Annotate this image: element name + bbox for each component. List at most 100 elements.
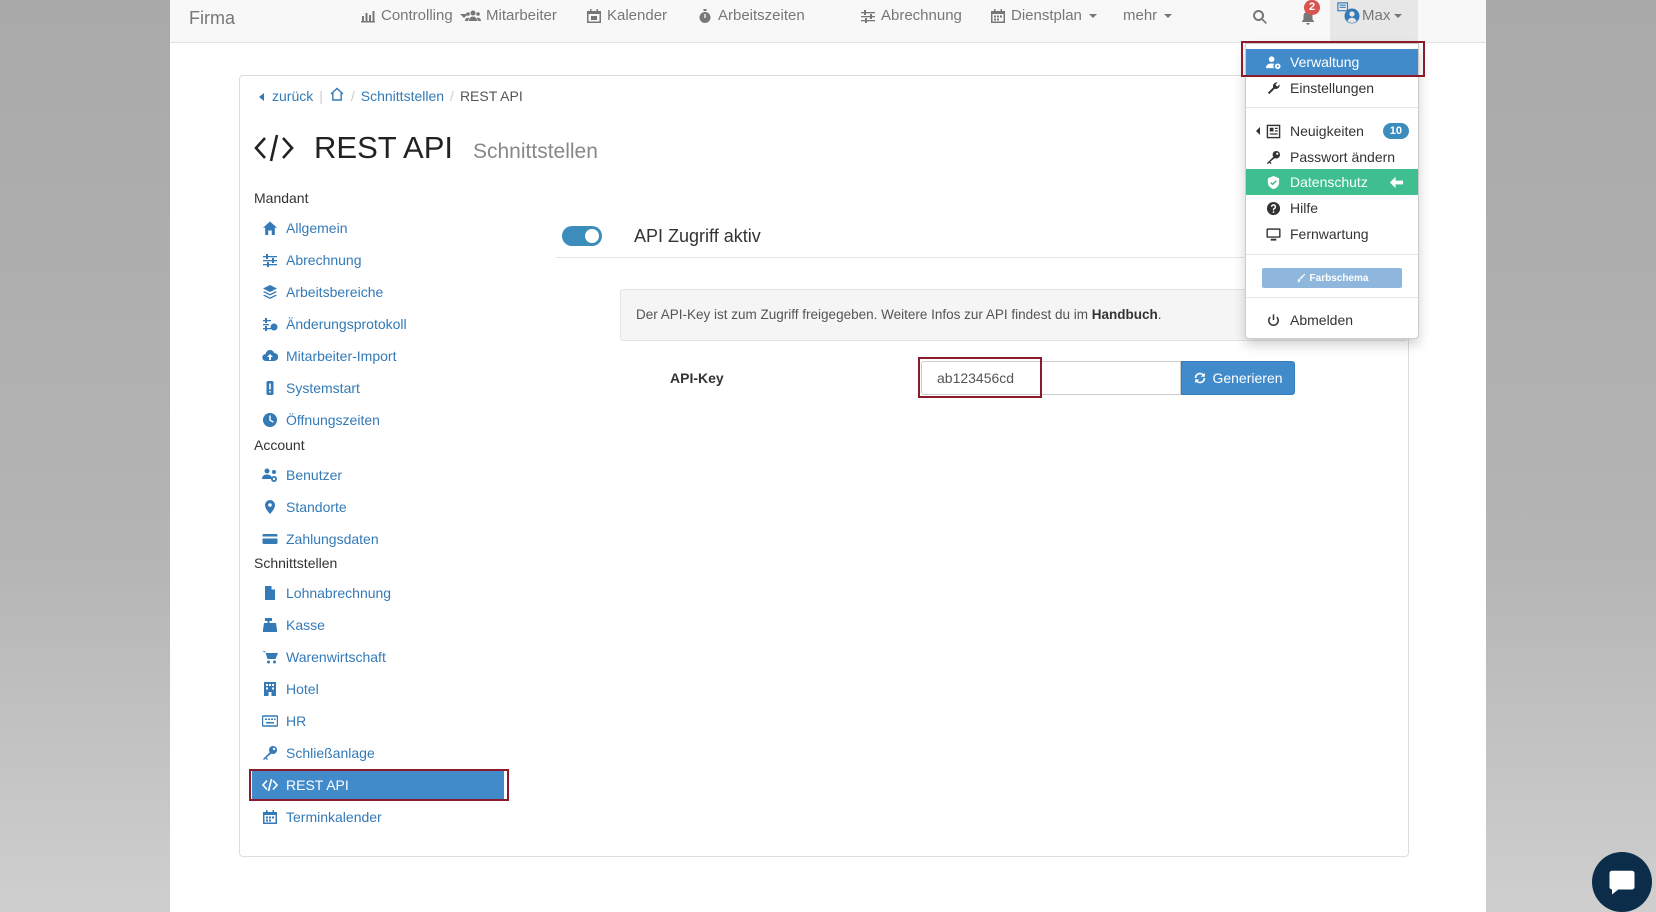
sidebar-item-label: Terminkalender (286, 809, 382, 825)
sidebar-item-label: Lohnabrechnung (286, 585, 392, 601)
menu-item-einstellungen[interactable]: Einstellungen (1246, 75, 1418, 101)
sidebar-item-allgemein[interactable]: Allgemein (260, 214, 512, 242)
sidebar-item-abrechnung[interactable]: Abrechnung (260, 246, 512, 274)
notification-badge: 2 (1304, 0, 1321, 15)
chat-bubble-icon (1609, 870, 1635, 895)
nav-label: Controlling (381, 7, 453, 24)
sidebar-item-standorte[interactable]: Standorte (260, 493, 512, 521)
history-icon (263, 318, 278, 331)
menu-item-passwort[interactable]: Passwort ändern (1246, 144, 1418, 170)
menu-item-abmelden[interactable]: Abmelden (1246, 307, 1418, 333)
brand-name[interactable]: Firma (189, 8, 235, 29)
nav-dienstplan[interactable]: Dienstplan (990, 7, 1097, 24)
sidebar-item-aenderungsprotokoll[interactable]: Änderungsprotokoll (260, 310, 512, 338)
code-icon (254, 134, 294, 162)
sidebar-item-warenwirtschaft[interactable]: Warenwirtschaft (260, 643, 512, 671)
cart-icon (262, 651, 278, 664)
sidebar-item-label: Arbeitsbereiche (286, 284, 384, 300)
users-cog-icon (262, 468, 277, 482)
menu-item-label: Verwaltung (1290, 54, 1360, 70)
sidebar-item-label: Benutzer (286, 467, 343, 483)
sidebar-item-mitarbeiter-import[interactable]: Mitarbeiter-Import (260, 342, 512, 370)
cash-register-icon (263, 618, 277, 632)
api-key-label: API-Key (670, 370, 724, 386)
sidebar-item-lohnabrechnung[interactable]: Lohnabrechnung (260, 579, 512, 607)
sidebar-item-kasse[interactable]: Kasse (260, 611, 512, 639)
sidebar-item-label: Zahlungsdaten (286, 531, 379, 547)
home-outline-icon (330, 87, 344, 101)
sidebar-item-label: Mitarbeiter-Import (286, 348, 397, 364)
sidebar-item-zahlungsdaten[interactable]: Zahlungsdaten (260, 525, 512, 553)
calendar-icon (263, 810, 277, 824)
menu-item-datenschutz[interactable]: Datenschutz (1246, 169, 1418, 195)
sidebar-item-arbeitsbereiche[interactable]: Arbeitsbereiche (260, 278, 512, 306)
farbschema-button[interactable]: Farbschema (1262, 268, 1402, 288)
sidebar-item-rest-api[interactable]: REST API (252, 771, 504, 799)
nav-abrechnung[interactable]: Abrechnung (860, 7, 962, 24)
sidebar-item-oeffnungszeiten[interactable]: Öffnungszeiten (260, 406, 512, 434)
generate-label: Generieren (1212, 370, 1283, 386)
api-access-toggle[interactable] (562, 226, 602, 246)
users-icon (465, 10, 481, 21)
menu-item-label: Datenschutz (1290, 174, 1368, 190)
sidebar-item-label: Standorte (286, 499, 347, 515)
handbuch-link[interactable]: Handbuch (1092, 307, 1158, 322)
caret-left-icon (259, 92, 264, 101)
nav-mitarbeiter[interactable]: Mitarbeiter (465, 7, 557, 24)
nav-label: Dienstplan (1011, 7, 1082, 24)
menu-item-neuigkeiten[interactable]: Neuigkeiten 10 (1246, 118, 1418, 144)
nav-arbeitszeiten[interactable]: Arbeitszeiten (697, 7, 805, 24)
sidebar-item-hotel[interactable]: Hotel (260, 675, 512, 703)
page-heading: REST API (314, 130, 453, 165)
calendar-18-icon (587, 8, 601, 23)
home-link[interactable] (329, 86, 345, 105)
nav-kalender[interactable]: Kalender (586, 7, 667, 24)
back-link[interactable]: zurück (259, 88, 313, 104)
nav-label: Arbeitszeiten (718, 7, 805, 24)
nav-label: Kalender (607, 7, 668, 24)
newspaper-icon (1266, 124, 1281, 138)
sidebar-item-label: Änderungsprotokoll (286, 316, 407, 332)
nav-controlling[interactable]: Controlling (360, 7, 468, 24)
top-navbar: Firma Controlling Mitarbeiter Kalender A… (170, 0, 1486, 43)
user-menu-toggle[interactable]: Max (1330, 0, 1418, 43)
sidebar-item-terminkalender[interactable]: Terminkalender (260, 803, 512, 831)
nav-label: mehr (1123, 7, 1158, 24)
breadcrumb-schnittstellen[interactable]: Schnittstellen (361, 88, 444, 104)
chat-button[interactable] (1592, 852, 1652, 912)
sidebar-item-label: HR (286, 713, 307, 729)
credit-card-icon (262, 534, 278, 544)
cloud-upload-icon (262, 350, 278, 362)
info-text: Der API-Key ist zum Zugriff freigegeben.… (636, 307, 1092, 322)
sidebar-item-schliessanlage[interactable]: Schließanlage (260, 739, 512, 767)
menu-item-verwaltung[interactable]: Verwaltung (1246, 49, 1418, 75)
sliders-icon (861, 9, 875, 23)
code-icon (262, 778, 278, 792)
keyboard-icon (262, 715, 278, 727)
sidebar-item-label: Schließanlage (286, 745, 375, 761)
news-count-badge: 10 (1382, 123, 1409, 139)
menu-item-fernwartung[interactable]: Fernwartung (1246, 221, 1418, 247)
api-key-input[interactable] (921, 361, 1181, 395)
farbschema-label: Farbschema (1309, 272, 1369, 284)
arrow-left-icon (1389, 176, 1404, 188)
power-icon (1268, 313, 1279, 326)
menu-item-hilfe[interactable]: Hilfe (1246, 195, 1418, 221)
menu-item-label: Neuigkeiten (1290, 123, 1364, 139)
sidebar-item-systemstart[interactable]: Systemstart (260, 374, 512, 402)
sidebar-item-benutzer[interactable]: Benutzer (260, 461, 512, 489)
key-icon (1266, 150, 1281, 164)
generate-button[interactable]: Generieren (1181, 361, 1295, 395)
nav-search[interactable] (1252, 9, 1268, 25)
sidebar-heading-mandant: Mandant (254, 190, 309, 206)
sidebar-item-hr[interactable]: HR (260, 707, 512, 735)
sidebar-item-label: Kasse (286, 617, 325, 633)
breadcrumb-separator: / (350, 87, 355, 104)
menu-item-label: Hilfe (1290, 200, 1319, 216)
breadcrumb-current: REST API (459, 87, 523, 104)
question-circle-icon (1266, 201, 1281, 215)
menu-item-label: Passwort ändern (1290, 149, 1396, 165)
nav-mehr[interactable]: mehr (1123, 7, 1173, 24)
page-subheading: Schnittstellen (473, 140, 598, 163)
breadcrumb-separator: | (319, 87, 323, 104)
